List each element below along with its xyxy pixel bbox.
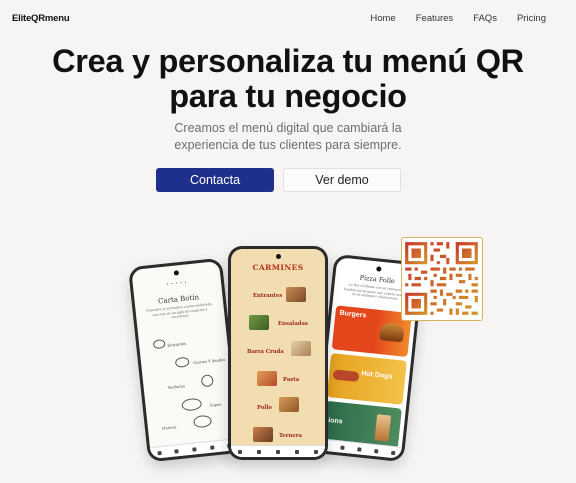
language-icon[interactable] [373,448,379,453]
hero-title-line-2: para tu negocio [169,78,407,114]
menu-item-label[interactable]: Sopas [210,401,222,407]
menu-item-label[interactable]: Entrantes [167,341,186,348]
hero-title: Crea y personaliza tu menú QR para tu ne… [0,44,576,114]
sketch-icon [200,374,214,388]
view-demo-button[interactable]: Ver demo [283,168,401,192]
food-image [253,427,273,442]
phone-screen-left: • • • • • Carta Botín Descubre la verdad… [131,260,239,460]
contact-button[interactable]: Contacta [156,168,274,192]
phone-screen-middle: CARMINES Entrantes Ensaladas Barra Cruda… [231,249,325,457]
nav-link-home[interactable]: Home [370,13,395,24]
category-card-title: ions [327,417,343,426]
qr-code-icon [401,237,483,321]
menu-category[interactable]: Pollo [257,405,272,411]
dots-decoration-icon: • • • • • [166,279,188,287]
user-icon[interactable] [390,450,396,455]
food-image [257,371,277,386]
camera-icon [173,270,179,276]
nav-link-features[interactable]: Features [416,13,454,24]
drink-image [374,414,392,442]
category-card-burgers[interactable]: Burgers [331,305,412,357]
camera-icon [275,254,281,259]
menu-icon[interactable] [257,449,262,454]
language-icon[interactable] [294,449,299,454]
nav-link-pricing[interactable]: Pricing [517,13,546,24]
hotdog-image [332,369,360,383]
navbar: EliteQRmenu Home Features FAQs Pricing [0,0,576,36]
menu-category[interactable]: Pasta [283,377,299,383]
hero-subtitle: Creamos el menú digital que cambiará la … [0,120,576,154]
hero-subtitle-line-1: Creamos el menú digital que cambiará la [174,121,402,135]
phone-tabbar [231,445,325,457]
user-icon[interactable] [313,449,318,454]
home-icon[interactable] [157,450,162,455]
qr-code-graphic [405,242,478,315]
search-icon[interactable] [275,449,280,454]
food-image [286,287,306,302]
hero-title-line-1: Crea y personaliza tu menú QR [52,43,524,79]
camera-icon [375,266,382,272]
menu-category[interactable]: Ensaladas [278,321,308,327]
menu-item-label[interactable]: Carnes Y Asados [193,357,226,365]
menu-category[interactable]: Entrantes [253,293,282,299]
nav-links: Home Features FAQs Pricing [350,13,546,24]
menu-category[interactable]: Ternera [279,433,302,439]
food-image [291,341,311,356]
category-card-title: Burgers [339,309,367,320]
search-icon[interactable] [192,446,197,452]
sketch-icon [192,414,213,429]
brand-logo[interactable]: EliteQRmenu [12,13,70,24]
menu-item-label[interactable]: Huevos [162,424,177,430]
menu-category[interactable]: Barra Cruda [247,349,284,355]
sketch-icon [152,339,166,350]
burger-image [378,322,405,343]
phone-mockup-middle: CARMINES Entrantes Ensaladas Barra Cruda… [228,246,328,460]
nav-link-faqs[interactable]: FAQs [473,13,497,24]
restaurant-logo: CARMINES [252,263,304,272]
category-card-title: Hot Dogs [360,370,393,381]
language-icon[interactable] [209,444,215,450]
sketch-icon [174,356,190,369]
category-card-hotdogs[interactable]: Hot Dogs [326,353,407,405]
hero-subtitle-line-2: experiencia de tus clientes para siempre… [174,138,402,152]
menu-icon[interactable] [340,445,345,450]
phone-mockup-left: • • • • • Carta Botín Descubre la verdad… [128,257,242,463]
sketch-icon [181,397,203,412]
food-image [249,315,269,330]
food-image [279,397,299,412]
search-icon[interactable] [357,446,362,452]
menu-icon[interactable] [174,448,180,454]
menu-item-label[interactable]: Verduras [168,383,186,390]
home-icon[interactable] [238,449,243,454]
phone-tabbar [149,437,239,460]
